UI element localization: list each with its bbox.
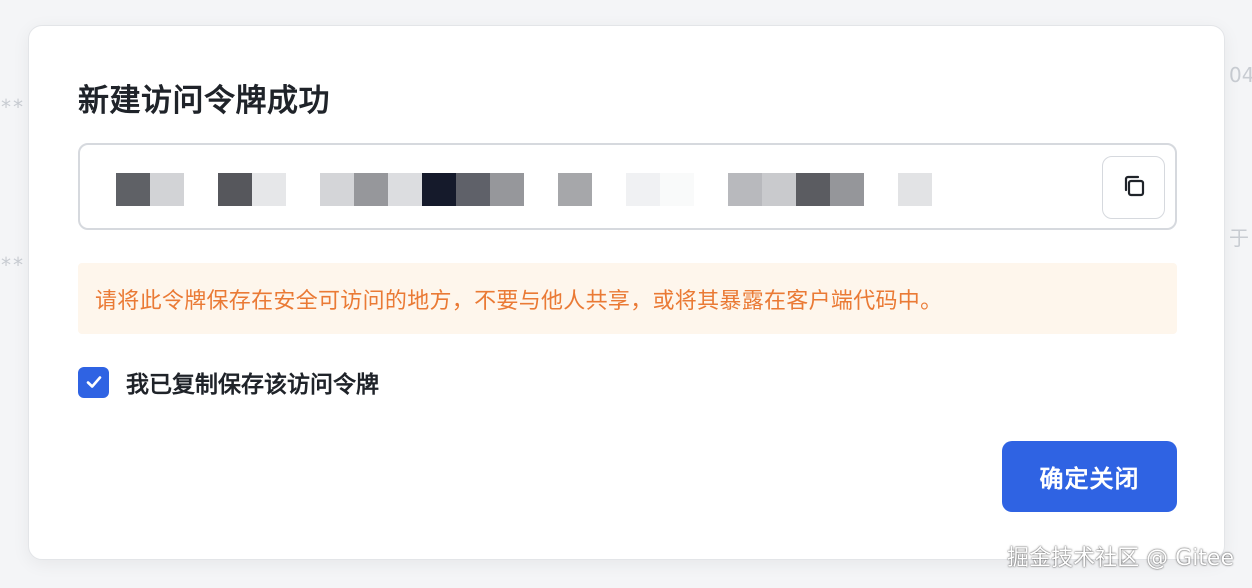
background-fragment: **	[0, 95, 25, 119]
token-pixel-block	[762, 173, 796, 206]
token-pixel-block	[422, 173, 456, 206]
background-fragment: **	[0, 253, 25, 277]
token-pixel-block	[796, 173, 830, 206]
token-pixel-block	[116, 173, 150, 206]
confirm-checkbox-label: 我已复制保存该访问令牌	[126, 372, 379, 398]
confirm-close-button[interactable]: 确定关闭	[1002, 441, 1177, 512]
token-pixel-block	[660, 173, 694, 206]
token-pixel-block	[898, 173, 932, 206]
dialog-title: 新建访问令牌成功	[78, 83, 330, 119]
warning-banner: 请将此令牌保存在安全可访问的地方，不要与他人共享，或将其暴露在客户端代码中。	[78, 263, 1177, 334]
token-pixel-block	[626, 173, 660, 206]
token-pixel-block	[252, 173, 286, 206]
token-pixel-block	[830, 173, 864, 206]
token-pixel-block	[150, 173, 184, 206]
token-pixel-block	[320, 173, 354, 206]
token-pixel-block	[388, 173, 422, 206]
background-fragment: 于	[1229, 226, 1249, 250]
token-pixel-block	[354, 173, 388, 206]
confirm-checkbox[interactable]	[78, 366, 109, 398]
token-field[interactable]	[78, 143, 1177, 230]
token-pixel-block	[456, 173, 490, 206]
watermark: 掘金技术社区 @ Gitee	[1007, 546, 1234, 571]
warning-text: 请将此令牌保存在安全可访问的地方，不要与他人共享，或将其暴露在客户端代码中。	[95, 288, 943, 314]
copy-button[interactable]	[1102, 156, 1165, 219]
token-created-dialog: 新建访问令牌成功 请将此令牌保存在安全可访问的地方，不要与他人共享，或将其暴露在…	[28, 25, 1225, 560]
token-pixel-block	[558, 173, 592, 206]
confirm-copied-row[interactable]: 我已复制保存该访问令牌	[78, 365, 379, 399]
token-pixel-block	[218, 173, 252, 206]
background-fragment: 04	[1229, 63, 1252, 87]
copy-icon	[1121, 173, 1147, 203]
check-icon	[86, 376, 101, 388]
token-pixel-block	[728, 173, 762, 206]
token-pixel-block	[490, 173, 524, 206]
